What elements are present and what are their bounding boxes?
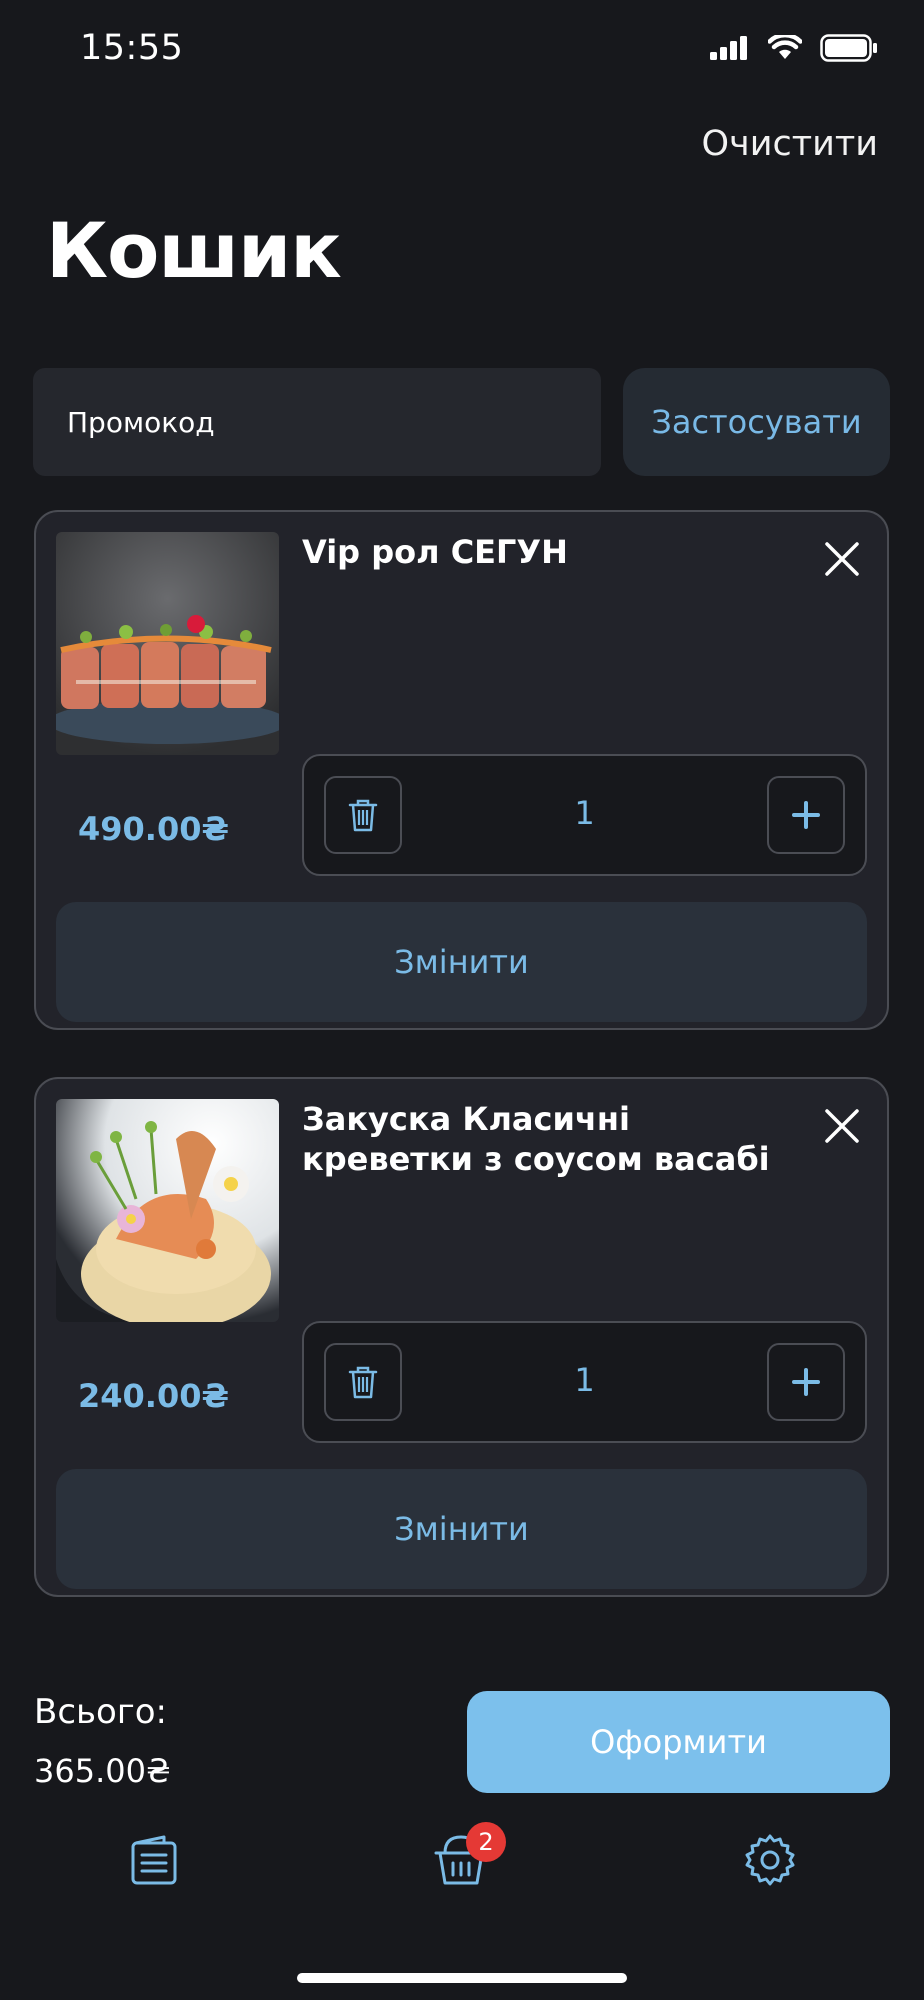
- clear-cart-button[interactable]: Очистити: [702, 124, 879, 164]
- increase-quantity-button[interactable]: [767, 776, 845, 854]
- signal-icon: [710, 36, 747, 60]
- menu-icon: [131, 1835, 177, 1885]
- cart-item-title: Закуска Класичні креветки з соусом васаб…: [302, 1100, 770, 1178]
- quantity-stepper: 1: [302, 754, 867, 876]
- change-item-button[interactable]: Змінити: [56, 1469, 867, 1589]
- change-item-button[interactable]: Змінити: [56, 902, 867, 1022]
- home-indicator[interactable]: [297, 1973, 627, 1983]
- page-title: Кошик: [46, 206, 342, 295]
- basket-badge: 2: [466, 1822, 506, 1862]
- cart-item-card: Закуска Класичні креветки з соусом васаб…: [34, 1077, 889, 1597]
- product-image-shrimp-appetizer: [56, 1099, 279, 1322]
- cart-item-card: Vip рол СЕГУН 490.00₴ 1 Змінити: [34, 510, 889, 1030]
- apply-promo-button[interactable]: Застосувати: [623, 368, 890, 476]
- remove-item-button[interactable]: [823, 1107, 861, 1145]
- status-icons: [710, 34, 878, 62]
- status-bar: 15:55: [0, 0, 924, 100]
- status-time: 15:55: [80, 28, 184, 68]
- tab-settings[interactable]: [740, 1830, 800, 1890]
- total-value: 365.00₴: [34, 1752, 171, 1790]
- tab-menu[interactable]: [124, 1830, 184, 1890]
- cart-item-price: 490.00₴: [78, 810, 229, 848]
- remove-item-button[interactable]: [823, 540, 861, 578]
- close-icon: [825, 1109, 859, 1143]
- battery-icon: [820, 34, 877, 62]
- close-icon: [825, 542, 859, 576]
- cart-item-price: 240.00₴: [78, 1377, 229, 1415]
- wifi-icon: [768, 35, 802, 59]
- quantity-stepper: 1: [302, 1321, 867, 1443]
- cart-item-title: Vip рол СЕГУН: [302, 533, 568, 571]
- checkout-button[interactable]: Оформити: [467, 1691, 890, 1793]
- promo-code-input[interactable]: [33, 368, 601, 476]
- total-label: Всього:: [34, 1692, 167, 1732]
- settings-icon: [745, 1834, 795, 1886]
- increase-quantity-button[interactable]: [767, 1343, 845, 1421]
- plus-icon: [792, 801, 820, 829]
- plus-icon: [792, 1368, 820, 1396]
- product-image-sushi-roll: [56, 532, 279, 755]
